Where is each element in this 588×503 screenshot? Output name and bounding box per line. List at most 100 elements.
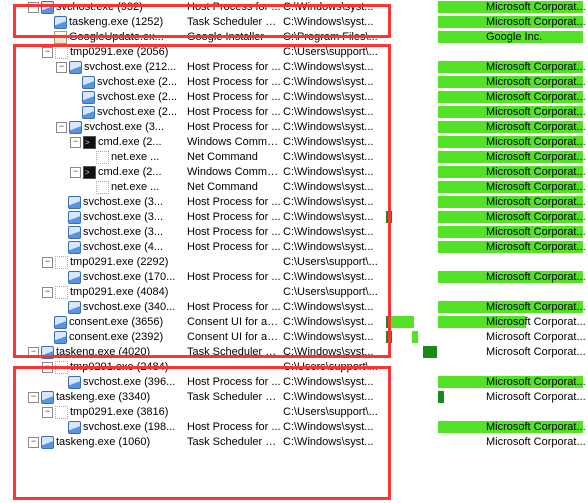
- collapse-icon[interactable]: −: [28, 347, 39, 358]
- process-name-cell[interactable]: svchost.exe (2...: [0, 105, 185, 120]
- process-icon: [83, 136, 96, 149]
- process-name: consent.exe (3656): [69, 315, 163, 330]
- process-row[interactable]: svchost.exe (4...Host Process for ...C:\…: [0, 240, 588, 255]
- process-row[interactable]: net.exe ...Net CommandC:\Windows\syst...…: [0, 150, 588, 165]
- process-row[interactable]: net.exe ...Net CommandC:\Windows\syst...…: [0, 180, 588, 195]
- process-row[interactable]: −taskeng.exe (3340)Task Scheduler E...C:…: [0, 390, 588, 405]
- process-name-cell[interactable]: GoogleUpdate.ex...: [0, 30, 185, 45]
- process-name-cell[interactable]: svchost.exe (3...: [0, 225, 185, 240]
- process-name-cell[interactable]: consent.exe (3656): [0, 315, 185, 330]
- process-name-cell[interactable]: svchost.exe (170...: [0, 270, 185, 285]
- company-cell: Microsoft Corporat...: [486, 15, 586, 30]
- metric-bar: [438, 391, 444, 403]
- metric-bar: [386, 211, 392, 223]
- process-row[interactable]: svchost.exe (340...Host Process for ...C…: [0, 300, 588, 315]
- process-row[interactable]: svchost.exe (396...Host Process for ...C…: [0, 375, 588, 390]
- process-row[interactable]: svchost.exe (3...Host Process for ...C:\…: [0, 210, 588, 225]
- process-row[interactable]: −svchost.exe (3...Host Process for ...C:…: [0, 120, 588, 135]
- process-row[interactable]: taskeng.exe (1252)Task Scheduler E...C:\…: [0, 15, 588, 30]
- process-icon: [55, 286, 68, 299]
- process-name-cell[interactable]: −svchost.exe (932): [0, 0, 185, 15]
- process-row[interactable]: consent.exe (2392)Consent UI for ad...C:…: [0, 330, 588, 345]
- path-cell: C:\Windows\syst...: [281, 165, 386, 180]
- process-row[interactable]: −tmp0291.exe (2292)C:\Users\support\...: [0, 255, 588, 270]
- process-row[interactable]: −taskeng.exe (4020)Task Scheduler E...C:…: [0, 345, 588, 360]
- process-name-cell[interactable]: svchost.exe (396...: [0, 375, 185, 390]
- metric-bars-cell: Microsoft Corporat...: [386, 225, 586, 240]
- process-row[interactable]: −cmd.exe (2...Windows Comma...C:\Windows…: [0, 165, 588, 180]
- collapse-icon[interactable]: −: [42, 407, 53, 418]
- process-name-cell[interactable]: −taskeng.exe (4020): [0, 345, 185, 360]
- process-row[interactable]: −svchost.exe (212...Host Process for ...…: [0, 60, 588, 75]
- process-name-cell[interactable]: net.exe ...: [0, 150, 185, 165]
- process-name-cell[interactable]: −tmp0291.exe (2484): [0, 360, 185, 375]
- process-row[interactable]: svchost.exe (170...Host Process for ...C…: [0, 270, 588, 285]
- process-row[interactable]: −tmp0291.exe (4084) C:\Users\support\...: [0, 285, 588, 300]
- process-row[interactable]: svchost.exe (2...Host Process for ...C:\…: [0, 90, 588, 105]
- process-name: cmd.exe (2...: [98, 135, 162, 150]
- metric-bars-cell: Microsoft Corporat...: [386, 390, 586, 405]
- process-row[interactable]: −svchost.exe (932)Host Process for ...C:…: [0, 0, 588, 15]
- description-cell: Task Scheduler E...: [185, 390, 281, 405]
- collapse-icon[interactable]: −: [56, 62, 67, 73]
- process-row[interactable]: svchost.exe (198...Host Process for ...C…: [0, 420, 588, 435]
- process-name: taskeng.exe (1060): [56, 435, 150, 450]
- metric-bars-cell: Microsoft Corporat...: [386, 300, 586, 315]
- process-row[interactable]: −cmd.exe (2...Windows Comma...C:\Windows…: [0, 135, 588, 150]
- process-name-cell[interactable]: net.exe ...: [0, 180, 185, 195]
- collapse-icon[interactable]: −: [28, 2, 39, 13]
- collapse-icon[interactable]: −: [42, 47, 53, 58]
- process-name-cell[interactable]: svchost.exe (198...: [0, 420, 185, 435]
- process-row[interactable]: GoogleUpdate.ex...Google InstallerC:\Pro…: [0, 30, 588, 45]
- collapse-icon[interactable]: −: [70, 137, 81, 148]
- process-icon: [41, 1, 54, 14]
- process-row[interactable]: svchost.exe (2...Host Process for ...C:\…: [0, 105, 588, 120]
- process-row[interactable]: −tmp0291.exe (3816)C:\Users\support\...: [0, 405, 588, 420]
- metric-bars-cell: Microsoft Corporat...: [386, 105, 586, 120]
- process-row[interactable]: consent.exe (3656)Consent UI for ad...C:…: [0, 315, 588, 330]
- process-name-cell[interactable]: −svchost.exe (3...: [0, 120, 185, 135]
- collapse-icon[interactable]: −: [42, 287, 53, 298]
- path-cell: C:\Windows\syst...: [281, 90, 386, 105]
- process-name-cell[interactable]: svchost.exe (3...: [0, 195, 185, 210]
- process-row[interactable]: −taskeng.exe (1060)Task Scheduler E...C:…: [0, 435, 588, 450]
- process-name-cell[interactable]: −tmp0291.exe (2056): [0, 45, 185, 60]
- collapse-icon[interactable]: −: [42, 362, 53, 373]
- process-name-cell[interactable]: − cmd.exe (2...: [0, 135, 185, 150]
- process-name: svchost.exe (3...: [83, 210, 163, 225]
- path-cell: C:\Program Files\...: [281, 30, 386, 45]
- process-name-cell[interactable]: taskeng.exe (1252): [0, 15, 185, 30]
- collapse-icon[interactable]: −: [28, 392, 39, 403]
- process-name-cell[interactable]: svchost.exe (340...: [0, 300, 185, 315]
- path-cell: C:\Users\support\...: [281, 285, 386, 300]
- collapse-icon[interactable]: −: [70, 167, 81, 178]
- description-cell: Google Installer: [185, 30, 281, 45]
- description-cell: Host Process for ...: [185, 300, 281, 315]
- process-name-cell[interactable]: svchost.exe (2...: [0, 90, 185, 105]
- process-icon: [55, 406, 68, 419]
- process-row[interactable]: −tmp0291.exe (2056)C:\Users\support\...: [0, 45, 588, 60]
- process-name-cell[interactable]: −taskeng.exe (3340): [0, 390, 185, 405]
- company-cell: Microsoft Corporat...: [486, 150, 586, 165]
- process-name-cell[interactable]: consent.exe (2392): [0, 330, 185, 345]
- process-row[interactable]: svchost.exe (2...Host Process for ...C:\…: [0, 75, 588, 90]
- process-name-cell[interactable]: svchost.exe (3...: [0, 210, 185, 225]
- collapse-icon[interactable]: −: [28, 437, 39, 448]
- process-name-cell[interactable]: svchost.exe (4...: [0, 240, 185, 255]
- process-name-cell[interactable]: −tmp0291.exe (4084): [0, 285, 185, 300]
- process-row[interactable]: −tmp0291.exe (2484)C:\Users\support\...: [0, 360, 588, 375]
- process-name-cell[interactable]: −cmd.exe (2...: [0, 165, 185, 180]
- process-name-cell[interactable]: −svchost.exe (212...: [0, 60, 185, 75]
- process-name-cell[interactable]: svchost.exe (2...: [0, 75, 185, 90]
- company-cell: Microsoft Corporat...: [486, 135, 586, 150]
- process-name-cell[interactable]: −tmp0291.exe (3816): [0, 405, 185, 420]
- company-cell: Google Inc.: [486, 30, 542, 45]
- process-row[interactable]: svchost.exe (3...Host Process for ...C:\…: [0, 195, 588, 210]
- process-name-cell[interactable]: − taskeng.exe (1060): [0, 435, 185, 450]
- metric-bars-cell: Microsoft Corporat...: [386, 375, 586, 390]
- collapse-icon[interactable]: −: [42, 257, 53, 268]
- process-name-cell[interactable]: −tmp0291.exe (2292): [0, 255, 185, 270]
- collapse-icon[interactable]: −: [56, 122, 67, 133]
- metric-bars-cell: Microsoft Corporat...: [386, 315, 586, 330]
- process-row[interactable]: svchost.exe (3...Host Process for ...C:\…: [0, 225, 588, 240]
